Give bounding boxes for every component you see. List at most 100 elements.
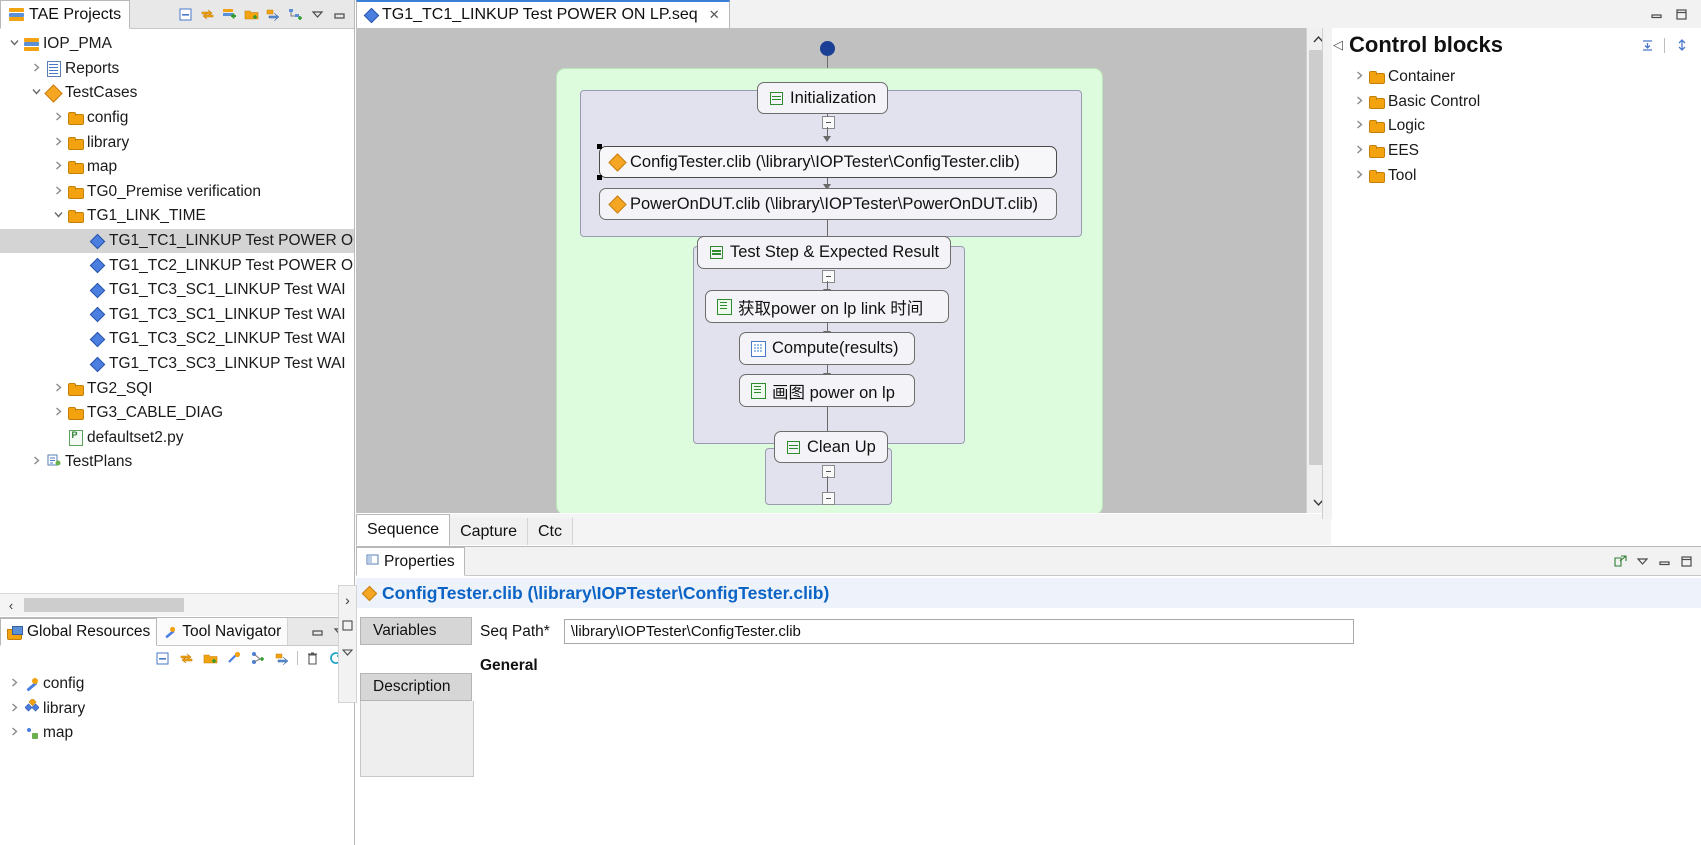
- twisty-icon[interactable]: [1351, 71, 1367, 83]
- seq-path-input[interactable]: \library\IOPTester\ConfigTester.clib: [563, 619, 1354, 644]
- delete-icon[interactable]: [303, 649, 322, 668]
- minimize-icon[interactable]: [342, 618, 353, 635]
- tree-row[interactable]: library: [0, 130, 354, 155]
- project-explorer-tree[interactable]: IOP_PMA Reports TestCases config library map T…: [0, 29, 354, 475]
- node-plot[interactable]: 画图 power on lp: [739, 374, 915, 407]
- view-menu-icon[interactable]: [341, 645, 354, 662]
- tree-row[interactable]: TG1_TC3_SC3_LINKUP Test WAI: [0, 352, 354, 377]
- tree-row[interactable]: Basic Control: [1341, 90, 1701, 115]
- tree-row[interactable]: IOP_PMA: [0, 32, 354, 57]
- tree-row[interactable]: TG0_Premise verification: [0, 180, 354, 205]
- collapse-toggle[interactable]: [822, 465, 835, 478]
- minimized-view-gutter[interactable]: ›: [338, 585, 357, 703]
- tree-row[interactable]: TG1_TC1_LINKUP Test POWER O: [0, 228, 354, 254]
- twisty-icon[interactable]: [50, 161, 66, 173]
- tab-global-resources[interactable]: Global Resources: [0, 618, 158, 646]
- collapse-all-icon[interactable]: [1638, 36, 1657, 55]
- restore-icon[interactable]: [1611, 552, 1630, 571]
- twisty-icon[interactable]: [50, 383, 66, 395]
- node-initialization[interactable]: Initialization: [757, 82, 889, 114]
- control-blocks-tree[interactable]: Container Basic Control Logic EES Tool: [1331, 62, 1701, 188]
- pin-icon[interactable]: [1672, 36, 1691, 55]
- node-config-tester[interactable]: ConfigTester.clib (\library\IOPTester\Co…: [597, 144, 1057, 180]
- tree-row[interactable]: TG1_TC3_SC2_LINKUP Test WAI: [0, 327, 354, 352]
- tree-row[interactable]: TG2_SQI: [0, 376, 354, 401]
- tree-row[interactable]: TG1_LINK_TIME: [0, 204, 354, 229]
- tree-row[interactable]: map: [0, 155, 354, 180]
- collapse-toggle[interactable]: [822, 270, 835, 283]
- restore-panel-icon[interactable]: ›: [345, 592, 350, 608]
- twisty-icon[interactable]: [50, 210, 66, 222]
- sequence-diagram-canvas[interactable]: Initialization ConfigTester.clib (\libra…: [356, 28, 1306, 513]
- twisty-icon[interactable]: [28, 87, 44, 99]
- tree-row[interactable]: config: [0, 672, 354, 697]
- twisty-icon[interactable]: [28, 63, 44, 75]
- twisty-icon[interactable]: [6, 38, 22, 50]
- tree-row[interactable]: library: [0, 697, 354, 722]
- tab-tool-navigator[interactable]: Tool Navigator: [157, 618, 289, 645]
- hierarchy-icon[interactable]: [286, 5, 305, 24]
- node-test-step[interactable]: Test Step & Expected Result: [697, 236, 952, 269]
- twisty-icon[interactable]: [6, 727, 22, 739]
- collapse-all-icon[interactable]: [176, 5, 195, 24]
- node-get-power[interactable]: 获取power on lp link 时间: [705, 290, 949, 323]
- node-compute[interactable]: Compute(results): [739, 332, 915, 365]
- maximize-icon[interactable]: [1672, 5, 1691, 24]
- hscroll-thumb[interactable]: [24, 598, 184, 612]
- new-folder-icon[interactable]: [201, 649, 220, 668]
- tree-row[interactable]: TG1_TC3_SC1_LINKUP Test WAI: [0, 303, 354, 328]
- node-power-on-dut[interactable]: PowerOnDUT.clib (\library\IOPTester\Powe…: [599, 188, 1057, 220]
- project-explorer-hscroll[interactable]: ‹ ›: [0, 593, 355, 616]
- close-icon[interactable]: ✕: [709, 7, 720, 23]
- minimize-icon[interactable]: [330, 5, 349, 24]
- tree-row[interactable]: Logic: [1341, 114, 1701, 139]
- tree-row[interactable]: Reports: [0, 57, 354, 82]
- twisty-icon[interactable]: [50, 112, 66, 124]
- tool-icon[interactable]: [225, 649, 244, 668]
- twisty-icon[interactable]: [50, 407, 66, 419]
- new-folder-icon[interactable]: [242, 5, 261, 24]
- collapse-panel-icon[interactable]: ◁: [1333, 37, 1343, 53]
- panel-collapse-gutter[interactable]: [1322, 28, 1332, 519]
- import-icon[interactable]: [264, 5, 283, 24]
- twisty-icon[interactable]: [1351, 96, 1367, 108]
- minimize-icon[interactable]: [1647, 5, 1666, 24]
- collapse-toggle[interactable]: [822, 492, 835, 505]
- collapse-toggle[interactable]: [822, 116, 835, 129]
- tree-row[interactable]: TG1_TC3_SC1_LINKUP Test WAI: [0, 278, 354, 303]
- twisty-icon[interactable]: [50, 137, 66, 149]
- view-menu-icon[interactable]: [1633, 552, 1652, 571]
- twisty-icon[interactable]: [1351, 145, 1367, 157]
- tab-properties[interactable]: Properties: [356, 547, 465, 576]
- vtab-variables[interactable]: Variables: [360, 617, 472, 645]
- twisty-icon[interactable]: [1351, 170, 1367, 182]
- maximize-icon[interactable]: [1677, 552, 1696, 571]
- editor-bottom-tab[interactable]: Capture: [450, 518, 528, 545]
- twisty-icon[interactable]: [28, 456, 44, 468]
- tree-row[interactable]: EES: [1341, 139, 1701, 164]
- link-icon[interactable]: [249, 649, 268, 668]
- tree-row[interactable]: Container: [1341, 65, 1701, 90]
- tab-tae-projects[interactable]: TAE Projects: [0, 0, 131, 29]
- twisty-icon[interactable]: [50, 186, 66, 198]
- tree-row[interactable]: TestCases: [0, 81, 354, 106]
- tree-row[interactable]: config: [0, 106, 354, 131]
- view-menu-icon[interactable]: [308, 5, 327, 24]
- tree-row[interactable]: TestPlans: [0, 450, 354, 475]
- link-with-editor-icon[interactable]: [198, 5, 217, 24]
- editor-bottom-tab[interactable]: Sequence: [356, 514, 451, 546]
- twisty-icon[interactable]: [1351, 120, 1367, 132]
- add-project-icon[interactable]: [220, 5, 239, 24]
- twisty-icon[interactable]: [6, 678, 22, 690]
- node-clean-up[interactable]: Clean Up: [774, 431, 888, 463]
- tree-row[interactable]: TG3_CABLE_DIAG: [0, 401, 354, 426]
- minimize-icon[interactable]: [308, 622, 327, 641]
- tree-row[interactable]: defaultset2.py: [0, 426, 354, 451]
- scroll-left-button[interactable]: ‹: [0, 594, 22, 616]
- refresh-link-icon[interactable]: [177, 649, 196, 668]
- minimize-icon[interactable]: [1655, 552, 1674, 571]
- tree-row[interactable]: TG1_TC2_LINKUP Test POWER O: [0, 253, 354, 278]
- import-icon[interactable]: [273, 649, 292, 668]
- vtab-description[interactable]: Description: [360, 673, 472, 701]
- editor-bottom-tab[interactable]: Ctc: [527, 518, 573, 545]
